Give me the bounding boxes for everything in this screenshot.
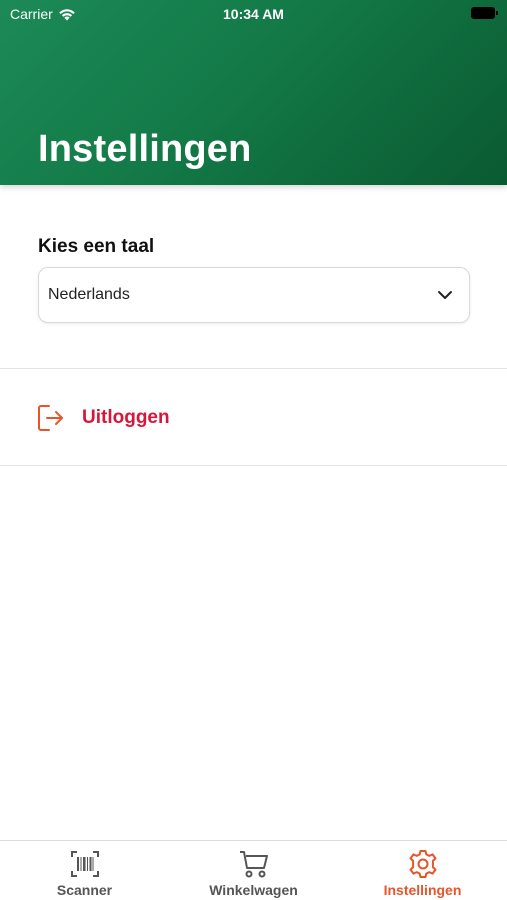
tab-label: Instellingen [383, 882, 462, 898]
logout-icon [38, 405, 63, 431]
status-time: 10:34 AM [223, 6, 284, 22]
header: Carrier 10:34 AM Instellingen [0, 0, 507, 185]
divider [0, 465, 507, 466]
barcode-icon [70, 851, 99, 877]
tab-label: Scanner [56, 882, 113, 898]
logout-button[interactable]: Uitloggen [36, 400, 170, 436]
divider [0, 368, 507, 369]
chevron-down-icon [438, 291, 452, 299]
page-title: Instellingen [38, 128, 252, 170]
gear-icon [409, 850, 436, 878]
tab-bar: Scanner Winkelwagen Instellingen [0, 840, 507, 900]
language-select[interactable]: Nederlands [38, 267, 470, 323]
logout-label: Uitloggen [82, 407, 170, 428]
cart-icon [239, 851, 268, 878]
language-label: Kies een taal [38, 236, 155, 257]
language-selected-value: Nederlands [48, 286, 130, 303]
tab-instellingen[interactable]: Instellingen [338, 841, 507, 900]
tab-scanner[interactable]: Scanner [0, 841, 169, 900]
tab-label: Winkelwagen [209, 882, 298, 898]
tab-winkelwagen[interactable]: Winkelwagen [169, 841, 338, 900]
status-bar: Carrier 10:34 AM [0, 0, 507, 28]
battery-icon [471, 7, 498, 19]
